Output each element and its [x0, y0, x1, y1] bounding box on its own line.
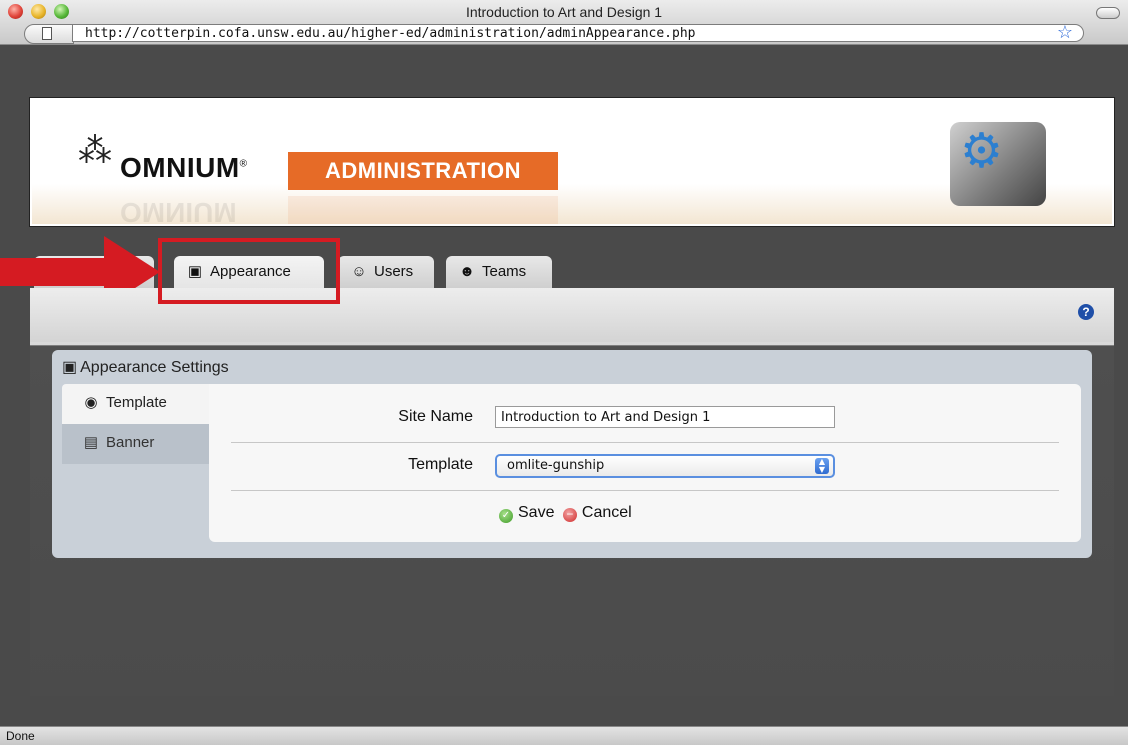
bookmark-star-icon[interactable]: ☆ [1057, 22, 1073, 43]
logo-reflection: OMNIUM [120, 197, 237, 226]
side-item-template-label: Template [106, 394, 167, 411]
settings-side-nav: ◉ Template ▤ Banner [62, 384, 209, 464]
window-title: Introduction to Art and Design 1 [465, 4, 663, 20]
window-titlebar: Introduction to Art and Design 1 http://… [0, 0, 1128, 45]
save-button[interactable]: ✓ Save [499, 504, 554, 523]
document-icon [42, 27, 52, 40]
panel-title-text: Appearance Settings [80, 359, 229, 376]
template-select[interactable]: omlite-gunship ▲ ▼ [495, 454, 835, 478]
template-label: Template [408, 456, 473, 473]
appearance-settings-panel: ▣ Appearance Settings ◉ Template ▤ Banner S… [52, 350, 1092, 558]
tab-users[interactable]: ☺ Users [338, 256, 434, 288]
tab-teams[interactable]: ☻ Teams [446, 256, 552, 288]
template-form: Site Name Template omlite-gunship ▲▼ ✓ Sa… [209, 384, 1081, 542]
panel-title: ▣ Appearance Settings [62, 357, 229, 377]
help-icon[interactable]: ? [1078, 304, 1094, 320]
users-icon: ☺ [351, 263, 367, 280]
tab-teams-label: Teams [482, 263, 527, 280]
teams-icon: ☻ [459, 263, 475, 280]
select-arrows-icon: ▲ ▼ [815, 458, 829, 474]
annotation-arrow-shaft [0, 258, 112, 286]
cancel-button[interactable]: − Cancel [559, 504, 632, 522]
main-content: ? ▣ Appearance Settings ◉ Template ▤ Banner… [30, 288, 1114, 696]
site-info-button[interactable] [24, 24, 74, 44]
checkmark-icon: ✓ [499, 509, 513, 523]
form-actions: ✓ Save − Cancel [499, 504, 632, 523]
appearance-settings-icon: ▣ [62, 359, 78, 376]
omnium-logo-icon: ⁂ [78, 132, 112, 170]
banner-icon: ▤ [83, 434, 99, 451]
gear-icon: ⚙ [960, 125, 1004, 178]
side-item-banner[interactable]: ▤ Banner [62, 424, 209, 464]
address-bar[interactable]: http://cotterpin.cofa.unsw.edu.au/higher… [72, 22, 1084, 43]
site-name-input[interactable] [495, 406, 835, 428]
omnium-logo-text: OMNIUM® [120, 152, 248, 183]
color-wheel-icon: ◉ [84, 394, 98, 411]
annotation-highlight-box [158, 238, 340, 304]
address-url: http://cotterpin.cofa.unsw.edu.au/higher… [85, 26, 696, 41]
administration-label: ADMINISTRATION [288, 152, 558, 190]
save-label: Save [518, 504, 555, 521]
form-divider [231, 490, 1059, 491]
status-bar: Done [0, 726, 1128, 745]
side-item-template[interactable]: ◉ Template [62, 384, 209, 424]
template-select-value: omlite-gunship [507, 458, 605, 473]
site-name-label: Site Name [398, 408, 473, 425]
toolbar-toggle-button[interactable] [1096, 7, 1120, 19]
settings-gears-icon: ⚙ [950, 122, 1046, 206]
status-text: Done [6, 729, 35, 743]
admin-header-banner: ⁂ OMNIUM® ADMINISTRATION OMNIUM ⚙ [30, 98, 1114, 226]
side-item-banner-label: Banner [106, 434, 155, 451]
admin-label-reflection [288, 196, 558, 224]
cancel-label: Cancel [581, 504, 632, 521]
form-divider [231, 442, 1059, 443]
minus-circle-icon: − [562, 508, 577, 522]
tab-users-label: Users [374, 263, 414, 280]
